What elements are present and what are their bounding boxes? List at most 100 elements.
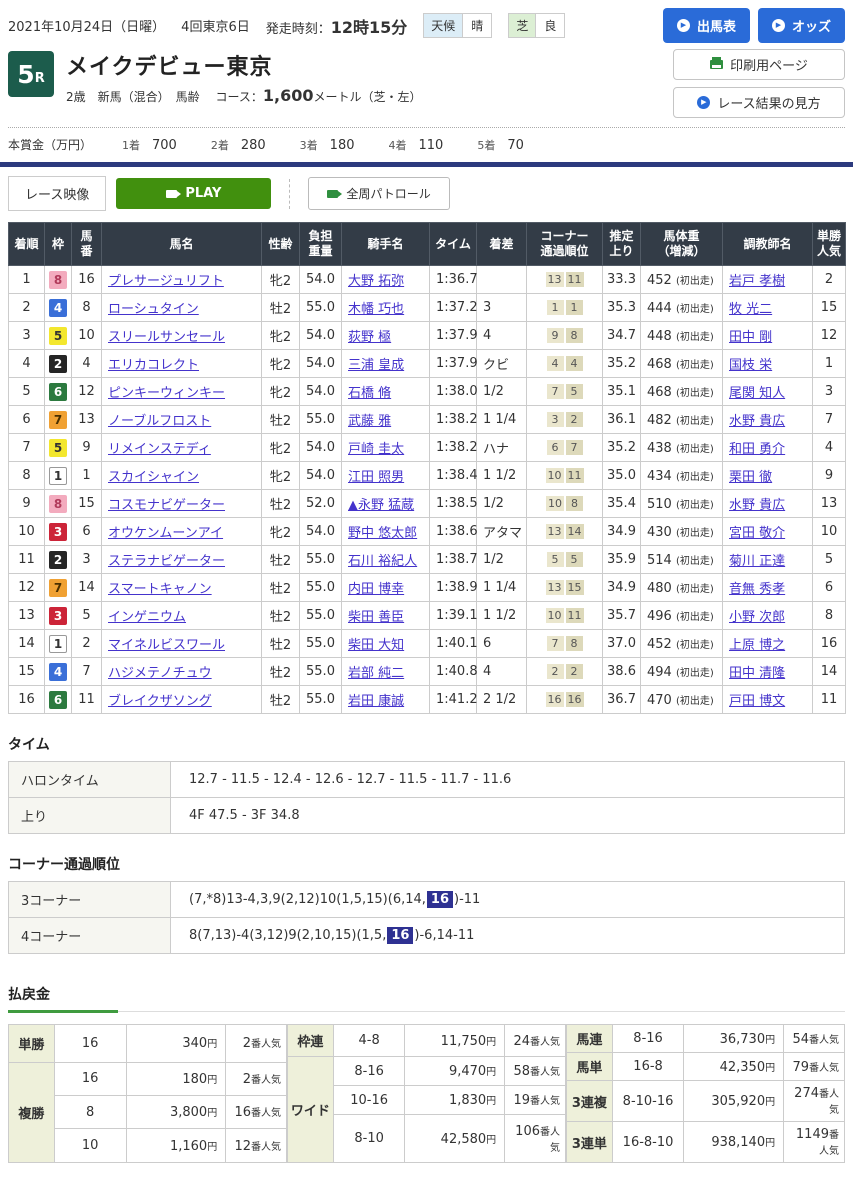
jockey-link[interactable]: 野中 悠太郎 [348, 526, 417, 541]
jockey-link[interactable]: 武藤 雅 [348, 414, 391, 429]
trainer-link[interactable]: 牧 光二 [729, 302, 772, 317]
trainer-link[interactable]: 栗田 徹 [729, 470, 772, 485]
jockey-link[interactable]: 三浦 皇成 [348, 358, 404, 373]
bracket-cell: 7 [45, 574, 72, 602]
yen-suffix: 円 [207, 1039, 217, 1050]
corner-order-value: (7,*8)13-4,3,9(2,12)10(1,5,15)(6,14,16)-… [171, 882, 845, 918]
finish-time: 1:36.7 [430, 266, 477, 294]
horse-link[interactable]: プレサージュリフト [108, 274, 224, 289]
jockey-link[interactable]: 柴田 大知 [348, 638, 404, 653]
horse-link[interactable]: インゲニウム [108, 610, 186, 625]
lap-time-value: 12.7 - 11.5 - 12.4 - 12.6 - 12.7 - 11.5 … [171, 762, 845, 798]
results-column-header: 着順 [9, 223, 45, 266]
top-bar: 2021年10月24日（日曜） 4回東京6日 発走時刻：12時15分 天候 晴 … [0, 0, 853, 43]
bet-combination: 16 [54, 1025, 126, 1063]
payout-amount-value: 42,580 [441, 1132, 487, 1147]
yen-suffix: 円 [207, 1108, 217, 1119]
trainer-link[interactable]: 戸田 博文 [729, 694, 785, 709]
jockey-link[interactable]: 内田 博幸 [348, 582, 404, 597]
bet-payout-amount: 340円 [126, 1025, 226, 1063]
results-column-header: コーナー 通過順位 [527, 223, 603, 266]
body-weight-note: (初出走) [676, 416, 714, 427]
side-buttons: 印刷用ページ レース結果の見方 [673, 49, 845, 118]
trainer-link[interactable]: 田中 清隆 [729, 666, 785, 681]
jockey-link[interactable]: 江田 照男 [348, 470, 404, 485]
odds-button[interactable]: オッズ [758, 8, 845, 43]
sex-age: 牝2 [262, 350, 300, 378]
jockey-link[interactable]: ▲永野 猛蔵 [348, 498, 414, 513]
jockey-link[interactable]: 大野 拓弥 [348, 274, 404, 289]
body-weight-cell: 494 (初出走) [641, 658, 723, 686]
circle-arrow-icon [697, 96, 710, 109]
trainer-link[interactable]: 田中 剛 [729, 330, 772, 345]
trainer-link[interactable]: 尾関 知人 [729, 386, 785, 401]
corner-position-badge: 8 [566, 328, 583, 343]
weather-box: 天候 晴 [423, 13, 492, 38]
jockey-link[interactable]: 戸崎 圭太 [348, 442, 404, 457]
trainer-link[interactable]: 水野 貴広 [729, 414, 785, 429]
start-time-value: 12時15分 [331, 18, 408, 37]
jockey-cell: 大野 拓弥 [342, 266, 430, 294]
jockey-link[interactable]: 石川 裕紀人 [348, 554, 417, 569]
trainer-link[interactable]: 上原 博之 [729, 638, 785, 653]
horse-link[interactable]: オウケンムーンアイ [108, 526, 223, 541]
jockey-cell: 岩田 康誠 [342, 686, 430, 714]
trainer-link[interactable]: 菊川 正達 [729, 554, 785, 569]
margin: 2 1/2 [477, 686, 527, 714]
horse-link[interactable]: スリールサンセール [108, 330, 225, 345]
trainer-link[interactable]: 国枝 栄 [729, 358, 772, 373]
popularity-value: 58 [513, 1064, 530, 1079]
corner-position-badge: 15 [566, 580, 584, 595]
horse-link[interactable]: マイネルビスワール [108, 638, 225, 653]
printer-icon [710, 60, 723, 69]
trainer-link[interactable]: 和田 勇介 [729, 442, 785, 457]
horse-link[interactable]: ステラナビゲーター [108, 554, 225, 569]
horse-link[interactable]: スカイシャイン [108, 470, 199, 485]
yen-suffix: 円 [765, 1138, 775, 1149]
horse-number: 12 [72, 378, 102, 406]
result-guide-button[interactable]: レース結果の見方 [673, 87, 845, 118]
horse-link[interactable]: エリカコレクト [108, 358, 199, 373]
bracket-number-badge: 1 [49, 635, 67, 653]
jockey-link[interactable]: 柴田 善臣 [348, 610, 404, 625]
entries-button[interactable]: 出馬表 [663, 8, 750, 43]
horse-link[interactable]: ノーブルフロスト [108, 414, 211, 429]
trainer-link[interactable]: 水野 貴広 [729, 498, 785, 513]
horse-number: 5 [72, 602, 102, 630]
trainer-link[interactable]: 音無 秀孝 [729, 582, 785, 597]
corner-position-badge: 5 [566, 384, 583, 399]
horse-link[interactable]: ローシュタイン [108, 302, 199, 317]
trainer-link[interactable]: 小野 次郎 [729, 610, 785, 625]
bracket-number-badge: 8 [49, 271, 67, 289]
finish-time: 1:38.0 [430, 378, 477, 406]
finish-time: 1:38.7 [430, 546, 477, 574]
body-weight-cell: 430 (初出走) [641, 518, 723, 546]
jockey-link[interactable]: 岩田 康誠 [348, 694, 404, 709]
bracket-cell: 6 [45, 378, 72, 406]
play-button[interactable]: PLAY [116, 178, 271, 209]
trainer-link[interactable]: 宮田 敬介 [729, 526, 785, 541]
horse-link[interactable]: ブレイクザソング [108, 694, 212, 709]
trainer-cell: 水野 貴広 [723, 406, 813, 434]
jockey-link[interactable]: 石橋 脩 [348, 386, 391, 401]
body-weight: 514 [647, 553, 676, 568]
horse-link[interactable]: ピンキーウィンキー [108, 386, 225, 401]
print-page-button[interactable]: 印刷用ページ [673, 49, 845, 80]
play-button-label: PLAY [185, 186, 221, 201]
horse-link[interactable]: リメインステディ [108, 442, 211, 457]
results-row: 248ローシュタイン牡255.0木幡 巧也1:37.231135.3444 (初… [9, 294, 846, 322]
horse-link[interactable]: コスモナビゲーター [108, 498, 225, 513]
finish-position: 15 [9, 658, 45, 686]
horse-link[interactable]: スマートキャノン [108, 582, 212, 597]
horse-name-cell: ステラナビゲーター [102, 546, 262, 574]
jockey-link[interactable]: 岩部 純二 [348, 666, 404, 681]
yen-suffix: 円 [765, 1097, 775, 1108]
results-row: 3510スリールサンセール牝254.0荻野 極1:37.949834.7448 … [9, 322, 846, 350]
horse-link[interactable]: ハジメテノチュウ [108, 666, 212, 681]
jockey-link[interactable]: 木幡 巧也 [348, 302, 404, 317]
sex-age: 牡2 [262, 574, 300, 602]
trainer-link[interactable]: 岩戸 孝樹 [729, 274, 785, 289]
jockey-link[interactable]: 荻野 極 [348, 330, 391, 345]
body-weight: 482 [647, 413, 676, 428]
patrol-video-button[interactable]: 全周パトロール [308, 177, 449, 210]
